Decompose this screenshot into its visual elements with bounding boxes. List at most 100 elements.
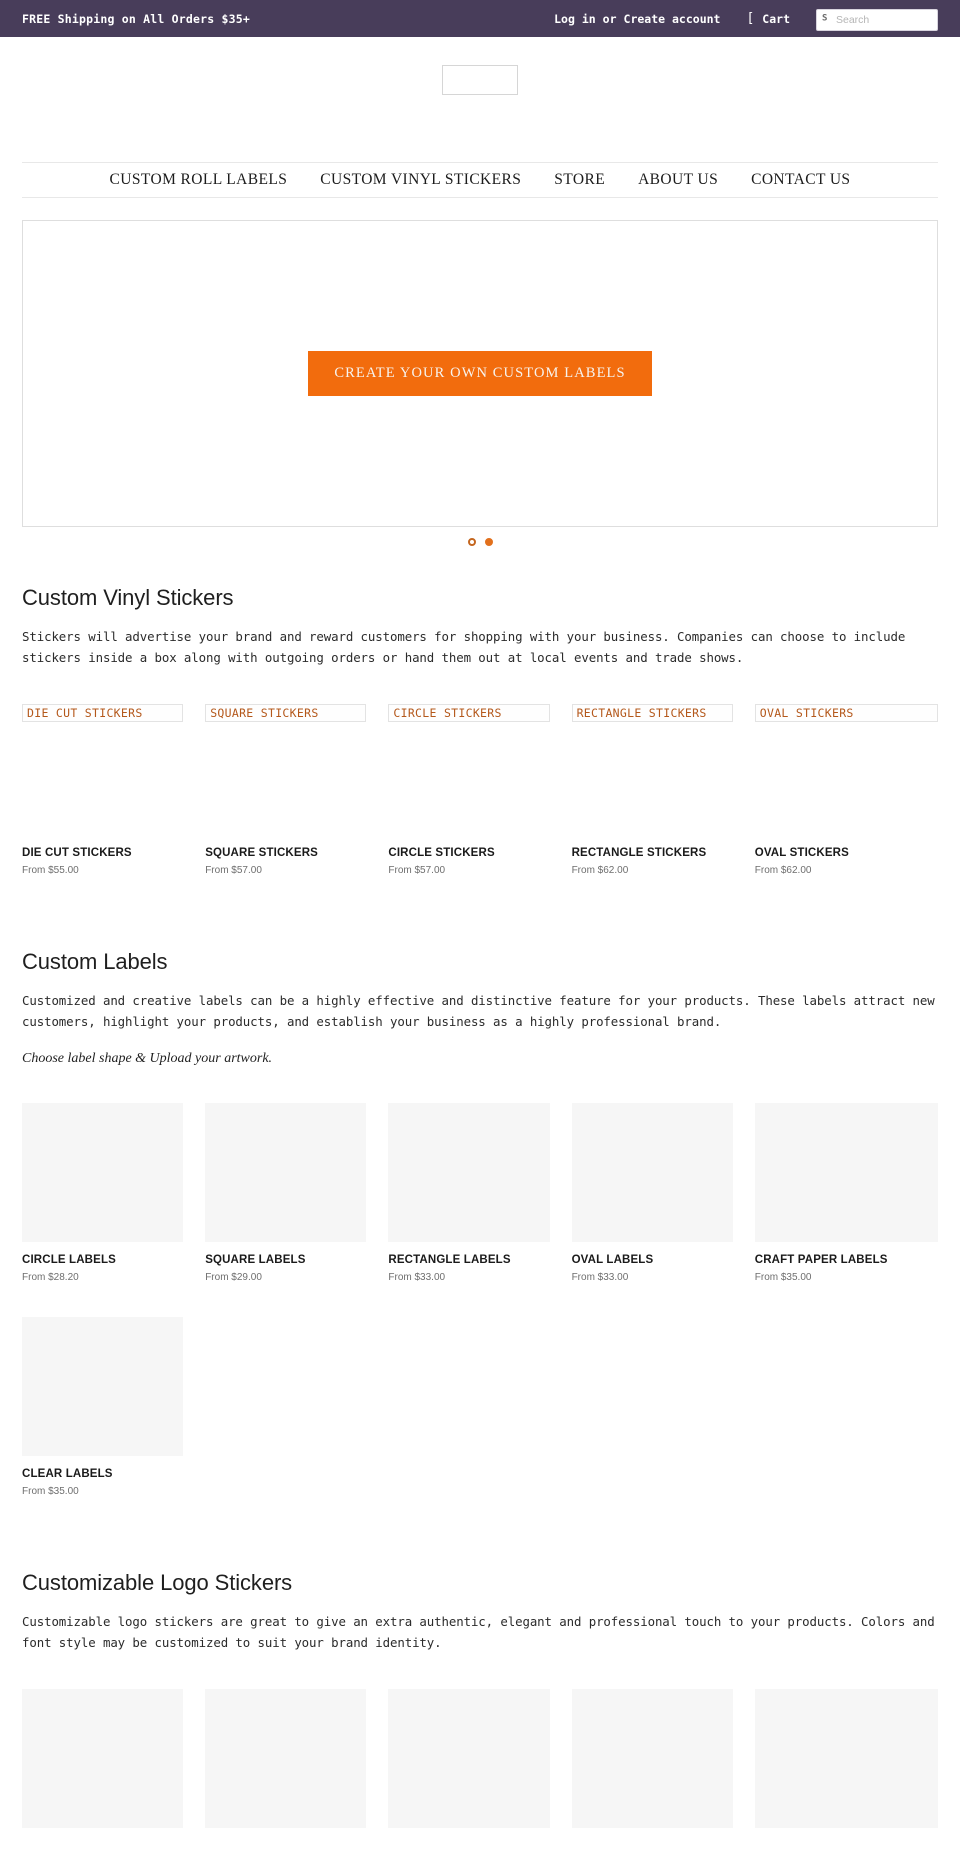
product-card[interactable]: DIE CUT STICKERS DIE CUT STICKERS From $55… bbox=[22, 704, 205, 876]
section-description: Stickers will advertise your brand and r… bbox=[22, 629, 906, 665]
product-image-alt-text: RECTANGLE STICKERS bbox=[576, 706, 707, 720]
nav-item-custom-vinyl-stickers[interactable]: CUSTOM VINYL STICKERS bbox=[320, 171, 521, 189]
product-title: RECTANGLE LABELS bbox=[388, 1254, 511, 1266]
product-price: From $35.00 bbox=[754, 1272, 812, 1283]
create-account-link[interactable]: Create account bbox=[624, 12, 721, 26]
content-section: Custom Labels Customized and creative lab… bbox=[0, 949, 960, 1531]
product-card[interactable]: CRAFT PAPER LABELS From $35.00 bbox=[754, 1103, 938, 1283]
product-card[interactable] bbox=[388, 1689, 571, 1828]
nav-item-custom-roll-labels[interactable]: CUSTOM ROLL LABELS bbox=[110, 171, 288, 189]
promo-text: FREE Shipping on All Orders $35+ bbox=[22, 11, 250, 26]
product-title: CLEAR LABELS bbox=[22, 1468, 113, 1480]
nav-item-about-us[interactable]: ABOUT US bbox=[638, 171, 718, 189]
product-image-spacer bbox=[205, 722, 366, 835]
cart-label: Cart bbox=[762, 11, 790, 26]
content-section: Customizable Logo Stickers Customizable l… bbox=[0, 1570, 960, 1862]
product-image-placeholder: OVAL STICKERS bbox=[754, 704, 938, 722]
log-in-link[interactable]: Log in bbox=[554, 12, 596, 26]
product-image-placeholder bbox=[22, 1689, 184, 1828]
create-custom-labels-button[interactable]: CREATE YOUR OWN CUSTOM LABELS bbox=[308, 351, 652, 396]
product-title: CRAFT PAPER LABELS bbox=[754, 1254, 888, 1266]
product-price: From $62.00 bbox=[754, 865, 812, 876]
product-card[interactable] bbox=[22, 1689, 205, 1828]
product-image-spacer bbox=[572, 722, 733, 835]
product-card[interactable]: RECTANGLE LABELS From $33.00 bbox=[388, 1103, 571, 1283]
product-title: RECTANGLE STICKERS bbox=[571, 847, 707, 859]
product-title: DIE CUT STICKERS bbox=[22, 847, 132, 859]
product-image-placeholder bbox=[205, 1689, 367, 1828]
product-image-placeholder bbox=[571, 1689, 733, 1828]
product-card[interactable] bbox=[571, 1689, 755, 1828]
product-image-placeholder bbox=[388, 1103, 550, 1242]
search-box[interactable]: S bbox=[816, 8, 938, 31]
topbar-account-area: Log in or Create account [ Cart S bbox=[554, 8, 938, 31]
product-card[interactable]: CIRCLE LABELS From $28.20 bbox=[22, 1103, 205, 1283]
product-image-placeholder: CIRCLE STICKERS bbox=[388, 704, 550, 722]
product-price: From $28.20 bbox=[22, 1272, 79, 1283]
product-grid: DIE CUT STICKERS DIE CUT STICKERS From $55… bbox=[22, 704, 938, 910]
product-card[interactable]: CLEAR LABELS From $35.00 bbox=[22, 1317, 205, 1497]
product-price: From $33.00 bbox=[388, 1272, 446, 1283]
product-price: From $57.00 bbox=[388, 865, 446, 876]
product-price: From $57.00 bbox=[205, 865, 262, 876]
product-card[interactable] bbox=[754, 1689, 938, 1828]
account-separator: or bbox=[602, 11, 617, 26]
product-price: From $62.00 bbox=[571, 865, 629, 876]
product-image-placeholder bbox=[22, 1317, 184, 1456]
product-card[interactable]: CIRCLE STICKERS CIRCLE STICKERS From $57.0… bbox=[388, 704, 571, 876]
product-title: CIRCLE LABELS bbox=[22, 1254, 116, 1266]
product-grid: CIRCLE LABELS From $28.20 SQUARE LABELS Fro… bbox=[22, 1103, 938, 1531]
product-card[interactable]: OVAL STICKERS OVAL STICKERS From $62.00 bbox=[754, 704, 938, 876]
hero-carousel: CREATE YOUR OWN CUSTOM LABELS bbox=[0, 198, 960, 546]
product-image-alt-text: CIRCLE STICKERS bbox=[393, 706, 502, 720]
section-description: Customized and creative labels can be a … bbox=[22, 993, 935, 1029]
product-image-spacer bbox=[388, 722, 549, 835]
nav-item-contact-us[interactable]: CONTACT US bbox=[751, 171, 850, 189]
product-image-alt-text: OVAL STICKERS bbox=[759, 706, 854, 720]
cart-link[interactable]: [ Cart bbox=[746, 12, 790, 26]
cart-icon: [ bbox=[746, 11, 755, 26]
product-image-placeholder: DIE CUT STICKERS bbox=[22, 704, 184, 722]
page-sections: Custom Vinyl Stickers Stickers will adver… bbox=[0, 585, 960, 1862]
search-input[interactable] bbox=[816, 8, 938, 31]
section-note: Choose label shape & Upload your artwork… bbox=[22, 1051, 273, 1066]
product-card[interactable] bbox=[205, 1689, 388, 1828]
content-section: Custom Vinyl Stickers Stickers will adver… bbox=[0, 585, 960, 910]
section-description: Customizable logo stickers are great to … bbox=[22, 1614, 935, 1650]
product-image-alt-text: SQUARE STICKERS bbox=[210, 706, 319, 720]
product-card[interactable]: SQUARE STICKERS SQUARE STICKERS From $57.0… bbox=[205, 704, 388, 876]
product-price: From $55.00 bbox=[22, 865, 79, 876]
product-title: OVAL LABELS bbox=[571, 1254, 654, 1266]
product-image-placeholder bbox=[754, 1689, 938, 1828]
site-header bbox=[0, 37, 960, 162]
product-image-placeholder: SQUARE STICKERS bbox=[205, 704, 367, 722]
hero-slide: CREATE YOUR OWN CUSTOM LABELS bbox=[22, 220, 938, 527]
product-image-placeholder bbox=[388, 1689, 550, 1828]
carousel-dots bbox=[22, 527, 938, 546]
product-title: OVAL STICKERS bbox=[754, 847, 849, 859]
product-image-placeholder bbox=[754, 1103, 938, 1242]
product-grid bbox=[22, 1689, 938, 1862]
section-title: Custom Labels bbox=[22, 949, 168, 974]
product-image-placeholder bbox=[205, 1103, 367, 1242]
product-image-spacer bbox=[22, 722, 183, 835]
main-navigation: CUSTOM ROLL LABELS CUSTOM VINYL STICKERS… bbox=[22, 162, 938, 198]
product-image-placeholder: RECTANGLE STICKERS bbox=[571, 704, 733, 722]
product-title: SQUARE STICKERS bbox=[205, 847, 318, 859]
nav-item-store[interactable]: STORE bbox=[554, 171, 605, 189]
product-title: SQUARE LABELS bbox=[205, 1254, 306, 1266]
site-logo[interactable] bbox=[442, 65, 518, 95]
carousel-dot-2[interactable] bbox=[484, 538, 493, 546]
product-card[interactable]: OVAL LABELS From $33.00 bbox=[571, 1103, 755, 1283]
product-image-alt-text: DIE CUT STICKERS bbox=[27, 706, 143, 720]
carousel-dot-1[interactable] bbox=[467, 538, 476, 546]
product-card[interactable]: RECTANGLE STICKERS RECTANGLE STICKERS From… bbox=[571, 704, 755, 876]
product-title: CIRCLE STICKERS bbox=[388, 847, 495, 859]
product-image-placeholder bbox=[571, 1103, 733, 1242]
section-title: Customizable Logo Stickers bbox=[22, 1570, 293, 1595]
product-image-placeholder bbox=[22, 1103, 184, 1242]
product-price: From $29.00 bbox=[205, 1272, 262, 1283]
section-title: Custom Vinyl Stickers bbox=[22, 585, 234, 610]
product-card[interactable]: SQUARE LABELS From $29.00 bbox=[205, 1103, 388, 1283]
product-price: From $35.00 bbox=[22, 1486, 79, 1497]
